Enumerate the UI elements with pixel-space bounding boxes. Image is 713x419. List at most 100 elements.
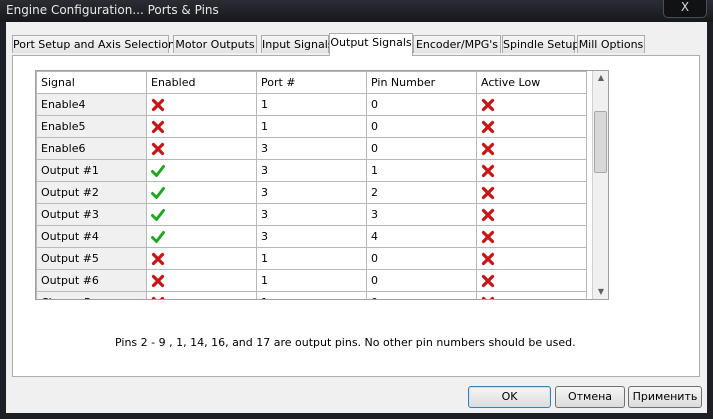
signal-name-cell: Enable6 [36,137,147,160]
port-cell[interactable]: 1 [256,115,367,138]
close-button[interactable]: X [663,0,707,18]
signal-name-cell: Output #5 [36,247,147,270]
tab-motor-outputs[interactable]: Motor Outputs [173,35,257,53]
port-cell[interactable]: 1 [256,269,367,292]
tab-mill-options[interactable]: Mill Options [577,35,645,53]
table-row[interactable]: Output #2 3 2 [36,181,587,204]
port-cell[interactable]: 1 [256,291,367,299]
signal-name-cell: Output #2 [36,181,147,204]
enabled-cell[interactable] [146,137,257,160]
active-low-cell[interactable] [476,181,587,204]
pin-number-cell[interactable]: 2 [366,181,477,204]
port-cell[interactable]: 3 [256,225,367,248]
red-x-icon[interactable] [481,186,495,200]
red-x-icon[interactable] [481,164,495,178]
port-cell[interactable]: 1 [256,247,367,270]
scroll-up-arrow-icon[interactable]: ▲ [593,71,608,85]
pin-number-cell[interactable]: 0 [366,247,477,270]
table-row[interactable]: Output #4 3 4 [36,225,587,248]
title-bar[interactable]: Engine Configuration... Ports & Pins X [0,0,713,22]
red-x-icon[interactable] [481,98,495,112]
green-check-icon[interactable] [151,186,165,200]
table-row[interactable]: Enable6 3 0 [36,137,587,160]
active-low-cell[interactable] [476,159,587,182]
signals-table-body: Enable4 1 0 Enable5 1 0 Enable6 3 0 Output #1 3 1 Ou… [36,93,587,299]
red-x-icon[interactable] [481,142,495,156]
tab-port-setup[interactable]: Port Setup and Axis Selection [12,35,175,53]
green-check-icon[interactable] [151,208,165,222]
red-x-icon[interactable] [151,274,165,288]
table-row[interactable]: Output #3 3 3 [36,203,587,226]
red-x-icon[interactable] [481,296,495,299]
active-low-cell[interactable] [476,203,587,226]
red-x-icon[interactable] [481,252,495,266]
active-low-cell[interactable] [476,269,587,292]
red-x-icon[interactable] [481,230,495,244]
red-x-icon[interactable] [151,98,165,112]
column-header-active-low[interactable]: Active Low [476,71,587,94]
dialog-body: Port Setup and Axis Selection Motor Outp… [6,22,707,413]
red-x-icon[interactable] [151,296,165,299]
table-row[interactable]: Output #1 3 1 [36,159,587,182]
red-x-icon[interactable] [151,252,165,266]
green-check-icon[interactable] [151,164,165,178]
apply-button[interactable]: Применить [628,386,702,408]
scroll-down-arrow-icon[interactable]: ▼ [593,285,608,299]
enabled-cell[interactable] [146,291,257,299]
green-check-icon[interactable] [151,230,165,244]
enabled-cell[interactable] [146,181,257,204]
tab-encoder-mpg[interactable]: Encoder/MPG's [413,35,501,53]
enabled-cell[interactable] [146,247,257,270]
tab-spindle-setup[interactable]: Spindle Setup [502,35,579,53]
enabled-cell[interactable] [146,269,257,292]
vertical-scrollbar[interactable]: ▲ ▼ [592,71,608,299]
port-cell[interactable]: 3 [256,159,367,182]
pin-number-cell[interactable]: 0 [366,269,477,292]
table-row[interactable]: Output #5 1 0 [36,247,587,270]
table-row[interactable]: Enable5 1 0 [36,115,587,138]
red-x-icon[interactable] [481,120,495,134]
active-low-cell[interactable] [476,137,587,160]
active-low-cell[interactable] [476,225,587,248]
enabled-cell[interactable] [146,203,257,226]
active-low-cell[interactable] [476,247,587,270]
table-row[interactable]: Charge Pump 10 [36,291,587,299]
column-header-port[interactable]: Port # [256,71,367,94]
ok-button[interactable]: OK [468,386,551,408]
table-row[interactable]: Output #6 1 0 [36,269,587,292]
pin-number-cell[interactable]: 4 [366,225,477,248]
enabled-cell[interactable] [146,93,257,116]
scrollbar-thumb[interactable] [594,111,607,173]
output-signals-panel: Signal Enabled Port # Pin Number Active … [12,55,700,377]
pin-number-cell[interactable]: 1 [366,159,477,182]
red-x-icon[interactable] [151,120,165,134]
enabled-cell[interactable] [146,115,257,138]
enabled-cell[interactable] [146,159,257,182]
tab-input-signals[interactable]: Input Signals [261,35,334,53]
pin-number-cell[interactable]: 0 [366,93,477,116]
active-low-cell[interactable] [476,93,587,116]
red-x-icon[interactable] [481,274,495,288]
enabled-cell[interactable] [146,225,257,248]
signal-name-cell: Output #4 [36,225,147,248]
output-signals-grid: Signal Enabled Port # Pin Number Active … [35,70,609,300]
column-header-pin-number[interactable]: Pin Number [366,71,477,94]
column-header-enabled[interactable]: Enabled [146,71,257,94]
port-cell[interactable]: 3 [256,137,367,160]
red-x-icon[interactable] [151,142,165,156]
table-row[interactable]: Enable4 1 0 [36,93,587,116]
tab-output-signals[interactable]: Output Signals [329,33,413,56]
pin-number-cell[interactable]: 3 [366,203,477,226]
pin-number-cell[interactable]: 0 [366,115,477,138]
red-x-icon[interactable] [481,208,495,222]
pin-number-cell[interactable]: 0 [366,137,477,160]
active-low-cell[interactable] [476,291,587,299]
port-cell[interactable]: 3 [256,181,367,204]
pin-number-cell[interactable]: 0 [366,291,477,299]
signal-name-cell: Enable4 [36,93,147,116]
cancel-button[interactable]: Отмена [555,386,625,408]
port-cell[interactable]: 3 [256,203,367,226]
active-low-cell[interactable] [476,115,587,138]
port-cell[interactable]: 1 [256,93,367,116]
column-header-signal[interactable]: Signal [36,71,147,94]
